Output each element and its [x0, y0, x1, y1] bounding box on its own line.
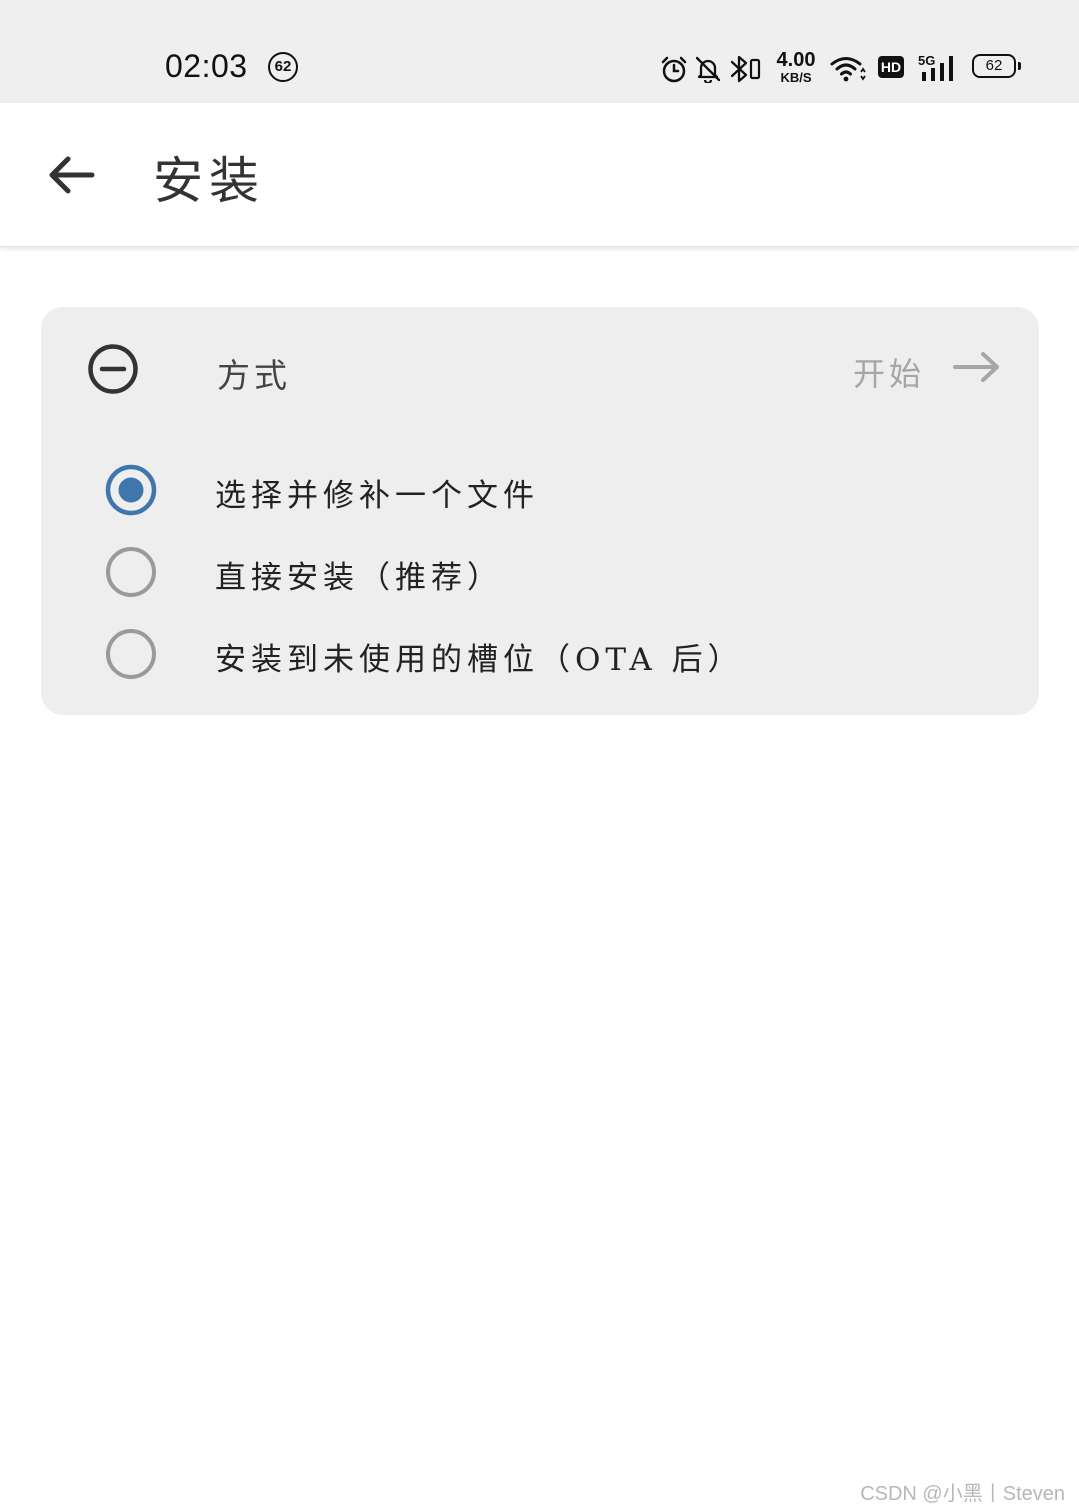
bluetooth-icon: [730, 55, 761, 83]
net-speed: 4.00 KB/S: [773, 50, 819, 84]
net-speed-unit: KB/S: [780, 70, 812, 85]
radio-option-install-ota-slot[interactable]: 安装到未使用的槽位（OTA 后）: [103, 624, 1003, 684]
signal-5g-icon: 5G: [918, 53, 953, 81]
notification-badge: 62: [268, 52, 298, 82]
battery-icon: 62: [972, 54, 1021, 78]
hd-icon: HD: [878, 56, 904, 78]
radio-option-direct-install[interactable]: 直接安装（推荐）: [103, 542, 1003, 602]
minus-circle-icon: [88, 344, 138, 394]
status-bar: 02:03 62 4.00 KB/S HD 5G 62: [0, 0, 1079, 103]
radio-label: 直接安装（推荐）: [215, 560, 503, 596]
bell-off-icon: [695, 56, 721, 83]
watermark: CSDN @小黑丨Steven: [860, 1483, 1065, 1505]
radio-label: 安装到未使用的槽位（OTA 后）: [215, 642, 744, 678]
radio-label: 选择并修补一个文件: [215, 478, 539, 514]
status-icons: 4.00 KB/S HD 5G 62: [656, 48, 1026, 88]
back-button[interactable]: [40, 147, 104, 203]
start-button[interactable]: 开始: [853, 343, 1013, 395]
page-title: 安装: [153, 152, 265, 210]
card-title: 方式: [217, 356, 291, 395]
radio-selected-icon[interactable]: [105, 464, 157, 516]
start-label: 开始: [853, 355, 926, 393]
net-speed-value: 4.00: [776, 49, 816, 71]
radio-unselected-icon[interactable]: [105, 546, 157, 598]
alarm-icon: [661, 56, 687, 83]
wifi-icon: [830, 57, 866, 82]
app-bar: 安装: [0, 103, 1079, 247]
arrow-left-icon: [49, 156, 95, 194]
radio-option-patch-file[interactable]: 选择并修补一个文件: [103, 460, 1003, 520]
method-card: 方式 开始 选择并修补一个文件 直接安装（推荐） 安装到未使用的槽位（OTA 后…: [41, 307, 1039, 715]
signal-label: 5G: [918, 53, 935, 68]
arrow-right-icon: [953, 352, 999, 382]
radio-unselected-icon[interactable]: [105, 628, 157, 680]
status-time: 02:03: [165, 48, 248, 84]
